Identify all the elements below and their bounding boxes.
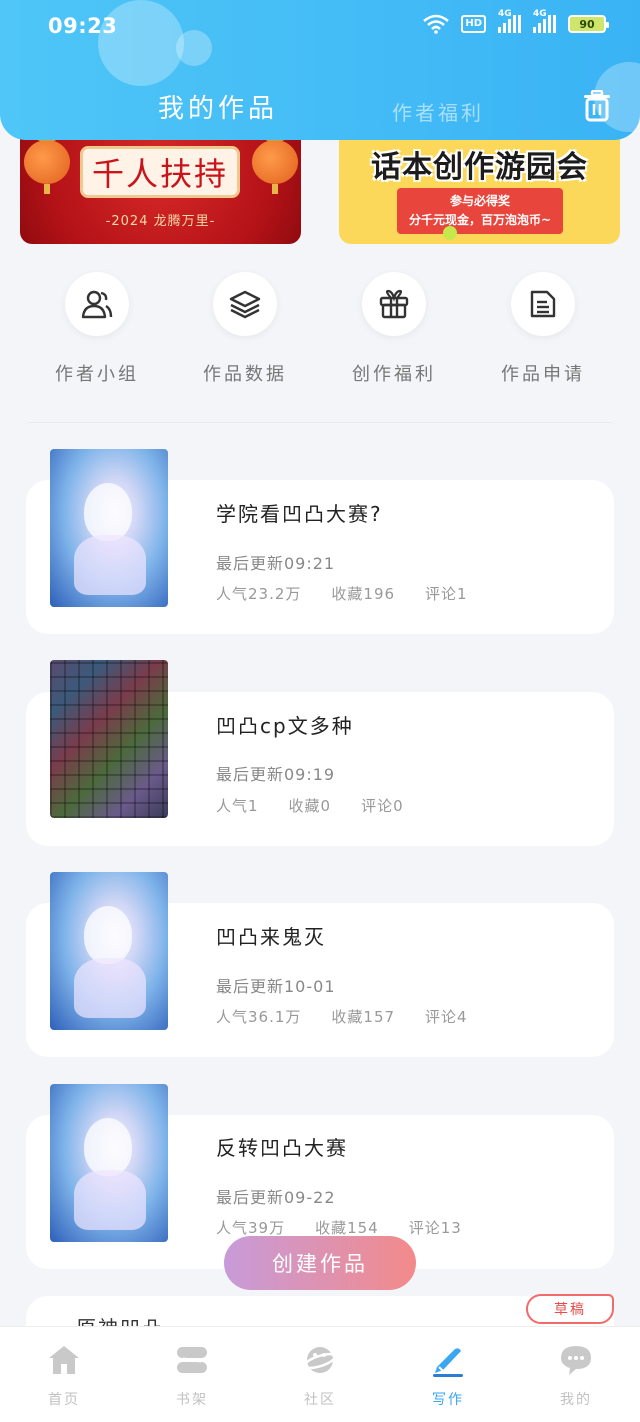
work-stats: 人气1 收藏0 评论0 [216, 795, 404, 816]
mascot-decoration [443, 226, 457, 240]
signal-icon: 4G [533, 9, 556, 33]
action-icon-circle [511, 272, 575, 336]
document-icon [530, 290, 556, 318]
action-icon-circle [362, 272, 426, 336]
work-cover-image[interactable] [50, 449, 168, 607]
network-label: 4G [533, 9, 547, 19]
top-header: 09:23 HD 4G 4G 90 我的作品 作者福利 [0, 0, 640, 140]
decor-bubble [176, 30, 212, 66]
section-divider [28, 422, 612, 423]
nav-label: 首页 [48, 1392, 80, 1408]
network-label: 4G [498, 9, 512, 19]
work-updated: 最后更新09-22 [216, 1188, 336, 1207]
nav-label: 我的 [560, 1392, 592, 1408]
nav-bookshelf[interactable]: 书架 [152, 1343, 232, 1409]
action-work-data[interactable]: 作品数据 [195, 272, 295, 386]
users-icon [81, 290, 113, 319]
gift-icon [379, 289, 409, 319]
chat-bubble-icon [561, 1346, 591, 1375]
work-title: 凹凸cp文多种 [216, 714, 354, 738]
banner-title: 话本创作游园会 [371, 150, 588, 185]
work-comments: 评论0 [361, 797, 404, 815]
work-favorites: 收藏157 [331, 1008, 396, 1026]
tab-my-works[interactable]: 我的作品 [158, 88, 278, 125]
trash-icon[interactable] [582, 90, 612, 122]
action-label: 作品申请 [501, 364, 585, 385]
bookshelf-icon [177, 1347, 207, 1373]
bottom-nav: 首页 书架 社区 写作 我的 [0, 1326, 640, 1422]
action-author-group[interactable]: 作者小组 [47, 272, 147, 386]
work-cover-image[interactable] [50, 872, 168, 1030]
work-favorites: 收藏196 [331, 585, 396, 603]
action-label: 作品数据 [203, 364, 287, 385]
pen-icon [433, 1348, 463, 1377]
status-time: 09:23 [48, 14, 118, 38]
banner-subtitle: -2024 龙腾万里- [105, 214, 216, 229]
work-cover-image[interactable] [50, 660, 168, 818]
planet-icon [303, 1347, 337, 1373]
work-popularity: 人气39万 [216, 1219, 286, 1237]
work-favorites: 收藏0 [288, 797, 332, 815]
nav-write[interactable]: 写作 [408, 1343, 488, 1409]
work-popularity: 人气36.1万 [216, 1008, 302, 1026]
work-comments: 评论1 [425, 585, 468, 603]
draft-badge: 草稿 [526, 1294, 614, 1324]
work-stats: 人气36.1万 收藏157 评论4 [216, 1006, 468, 1027]
action-work-application[interactable]: 作品申请 [493, 272, 593, 386]
lantern-decoration [252, 135, 298, 194]
banner-reward-line: 分千元现金，百万泡泡币~ [408, 213, 552, 227]
battery-icon: 90 [568, 15, 609, 33]
hd-badge: HD [461, 15, 486, 33]
work-popularity: 人气1 [216, 797, 259, 815]
banner-title: 千人扶持 [80, 146, 240, 198]
work-title: 反转凹凸大赛 [216, 1136, 348, 1160]
work-favorites: 收藏154 [315, 1219, 379, 1237]
decor-bubble [98, 0, 184, 86]
work-updated: 最后更新09:21 [216, 554, 336, 573]
work-stats: 人气39万 收藏154 评论13 [216, 1217, 462, 1238]
action-label: 创作福利 [352, 364, 436, 385]
layers-icon [229, 290, 261, 319]
work-updated: 最后更新09:19 [216, 765, 336, 784]
lantern-decoration [24, 135, 70, 194]
banner-reward-box: 参与必得奖 分千元现金，百万泡泡币~ [397, 188, 563, 234]
work-popularity: 人气23.2万 [216, 585, 302, 603]
banner-reward-line: 参与必得奖 [449, 194, 510, 208]
create-work-button[interactable]: 创建作品 [224, 1236, 416, 1290]
work-title: 凹凸来鬼灭 [216, 925, 326, 949]
nav-label: 写作 [432, 1392, 464, 1408]
status-icons: HD 4G 4G 90 [423, 9, 609, 34]
nav-me[interactable]: 我的 [536, 1343, 616, 1409]
action-creator-welfare[interactable]: 创作福利 [344, 272, 444, 386]
signal-icon: 4G [498, 9, 521, 33]
nav-community[interactable]: 社区 [280, 1343, 360, 1409]
home-icon [49, 1346, 79, 1374]
wifi-icon [423, 14, 450, 34]
action-icon-circle [213, 272, 277, 336]
nav-home[interactable]: 首页 [24, 1343, 104, 1409]
nav-label: 书架 [176, 1392, 208, 1408]
work-updated: 最后更新10-01 [216, 977, 336, 996]
work-stats: 人气23.2万 收藏196 评论1 [216, 583, 468, 604]
work-comments: 评论13 [408, 1219, 462, 1237]
nav-label: 社区 [304, 1392, 336, 1408]
work-title: 学院看凹凸大赛? [216, 502, 383, 526]
work-comments: 评论4 [425, 1008, 468, 1026]
tab-author-welfare[interactable]: 作者福利 [392, 97, 484, 126]
action-label: 作者小组 [55, 364, 139, 385]
work-cover-image[interactable] [50, 1084, 168, 1242]
action-icon-circle [65, 272, 129, 336]
